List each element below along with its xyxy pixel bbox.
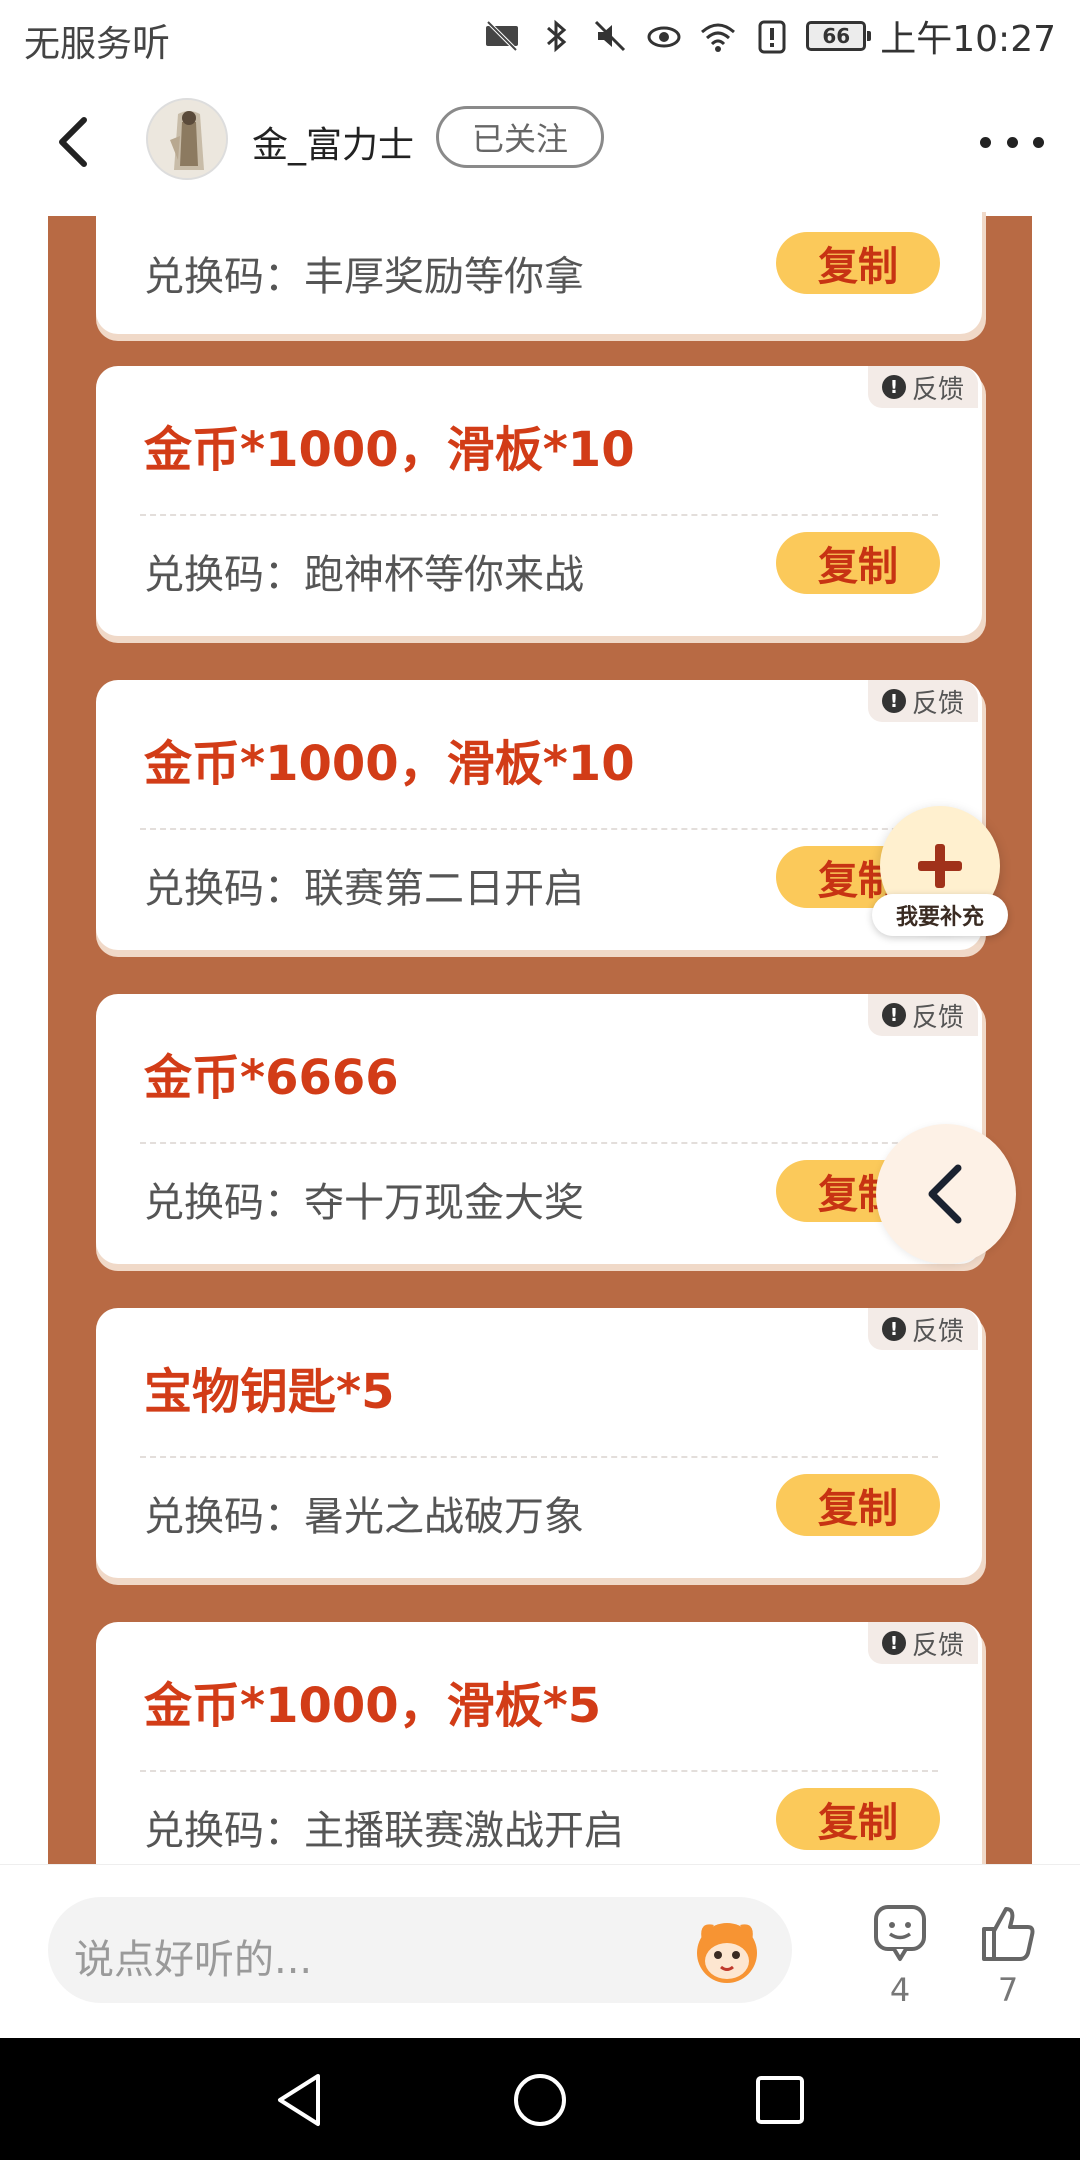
code-card: ! 反馈 金币*1000，滑板*10 兑换码：联赛第二日开启 复制 <box>96 680 982 950</box>
divider <box>140 828 938 830</box>
reward-title: 宝物钥匙*5 <box>144 1364 395 1420</box>
divider <box>140 1456 938 1458</box>
like-count: 7 <box>997 1971 1019 2009</box>
comment-icon[interactable] <box>868 1901 932 1965</box>
code-label: 兑换码： <box>144 866 304 912</box>
code-label: 兑换码： <box>144 254 304 300</box>
code-card: 兑换码：丰厚奖励等你拿 复制 <box>96 212 982 334</box>
divider <box>140 514 938 516</box>
battery-indicator: 66 <box>806 21 872 51</box>
status-icons: 66 上午10:27 <box>482 10 1056 62</box>
code-value: 夺十万现金大奖 <box>304 1180 584 1226</box>
carrier-status: 无服务听 <box>24 12 170 67</box>
avatar[interactable] <box>146 98 228 180</box>
collapse-chevron-icon <box>928 1164 962 1224</box>
like-icon[interactable] <box>976 1901 1040 1965</box>
code-line: 兑换码：夺十万现金大奖 <box>144 1170 584 1228</box>
eye-comfort-icon <box>647 26 681 48</box>
feedback-button[interactable]: ! 反馈 <box>868 994 978 1036</box>
code-card: ! 反馈 宝物钥匙*5 兑换码：暑光之战破万象 复制 <box>96 1308 982 1578</box>
code-label: 兑换码： <box>144 1494 304 1540</box>
alert-sim-icon <box>758 20 786 54</box>
code-value: 丰厚奖励等你拿 <box>304 254 584 300</box>
feedback-button[interactable]: ! 反馈 <box>868 680 978 722</box>
collapse-button[interactable] <box>876 1124 1016 1264</box>
code-label: 兑换码： <box>144 552 304 598</box>
comment-count: 4 <box>889 1971 911 2009</box>
comment-bar: 说点好听的... 4 7 <box>0 1864 1080 2039</box>
back-arrow-icon <box>59 117 87 167</box>
back-button[interactable] <box>40 110 104 174</box>
code-value: 跑神杯等你来战 <box>304 552 584 598</box>
wifi-icon <box>701 23 736 52</box>
code-line: 兑换码：跑神杯等你来战 <box>144 542 584 600</box>
plus-icon <box>918 844 962 888</box>
alert-icon: ! <box>881 375 906 399</box>
code-card: ! 反馈 金币*6666 兑换码：夺十万现金大奖 复制 <box>96 994 982 1264</box>
carrier-text: 无服务 <box>24 24 133 65</box>
code-label: 兑换码： <box>144 1808 304 1854</box>
alert-icon: ! <box>881 1631 906 1655</box>
code-line: 兑换码：主播联赛激战开启 <box>144 1798 624 1856</box>
code-value: 暑光之战破万象 <box>304 1494 584 1540</box>
bluetooth-icon <box>547 19 567 53</box>
comment-placeholder: 说点好听的... <box>74 1937 313 1983</box>
mute-icon <box>595 20 626 52</box>
content-scroll[interactable]: 兑换码：丰厚奖励等你拿 复制 ! 反馈 金币*1000，滑板*10 兑换码：跑神杯… <box>0 212 1080 1864</box>
nav-home-icon[interactable] <box>508 2068 572 2132</box>
more-icon <box>980 136 991 148</box>
status-bar: 无服务听 66 上午10:27 <box>0 0 1080 72</box>
reward-title: 金币*1000，滑板*5 <box>144 1678 602 1734</box>
code-value: 主播联赛激战开启 <box>304 1808 624 1854</box>
more-icon-dot <box>1033 136 1044 148</box>
code-card: ! 反馈 金币*1000，滑板*5 兑换码：主播联赛激战开启 复制 <box>96 1622 982 1864</box>
code-label: 兑换码： <box>144 1180 304 1226</box>
feedback-label: 反馈 <box>911 374 964 405</box>
reward-title: 金币*6666 <box>144 1050 399 1106</box>
more-options-button[interactable] <box>980 124 1044 160</box>
divider <box>140 1770 938 1772</box>
alert-icon: ! <box>881 1003 906 1027</box>
feedback-button[interactable]: ! 反馈 <box>868 1622 978 1664</box>
copy-button[interactable]: 复制 <box>776 1788 940 1850</box>
alert-icon: ! <box>881 689 906 713</box>
clock: 上午10:27 <box>880 19 1056 60</box>
feedback-button[interactable]: ! 反馈 <box>868 1308 978 1350</box>
copy-button[interactable]: 复制 <box>776 532 940 594</box>
follow-button[interactable]: 已关注 <box>436 106 604 168</box>
copy-button[interactable]: 复制 <box>776 1474 940 1536</box>
code-line: 兑换码：暑光之战破万象 <box>144 1484 584 1542</box>
avatar-image <box>148 100 226 178</box>
feedback-button[interactable]: ! 反馈 <box>868 366 978 408</box>
nav-recents-icon[interactable] <box>748 2068 812 2132</box>
comment-input[interactable]: 说点好听的... <box>48 1897 792 2003</box>
divider <box>140 1142 938 1144</box>
feedback-label: 反馈 <box>911 1316 964 1347</box>
alert-icon: ! <box>881 1317 906 1341</box>
screen-share-off-icon <box>486 20 519 52</box>
reward-title: 金币*1000，滑板*10 <box>144 422 635 478</box>
carrier-extra: 听 <box>132 21 171 65</box>
reward-title: 金币*1000，滑板*10 <box>144 736 635 792</box>
nav-back-icon[interactable] <box>268 2068 332 2132</box>
feedback-label: 反馈 <box>911 1002 964 1033</box>
code-line: 兑换码：丰厚奖励等你拿 <box>144 244 584 302</box>
username[interactable]: 金_富力士 <box>252 116 414 168</box>
system-nav-bar <box>0 2038 1080 2160</box>
header: 金_富力士 已关注 <box>0 72 1080 212</box>
code-value: 联赛第二日开启 <box>304 866 584 912</box>
copy-button[interactable]: 复制 <box>776 232 940 294</box>
feedback-label: 反馈 <box>911 1630 964 1661</box>
code-line: 兑换码：联赛第二日开启 <box>144 856 584 914</box>
feedback-label: 反馈 <box>911 688 964 719</box>
add-supplement-label[interactable]: 我要补充 <box>872 894 1008 936</box>
more-icon-dot <box>1006 136 1018 148</box>
code-card: ! 反馈 金币*1000，滑板*10 兑换码：跑神杯等你来战 复制 <box>96 366 982 636</box>
mascot-emoji-icon[interactable] <box>688 1911 766 1989</box>
